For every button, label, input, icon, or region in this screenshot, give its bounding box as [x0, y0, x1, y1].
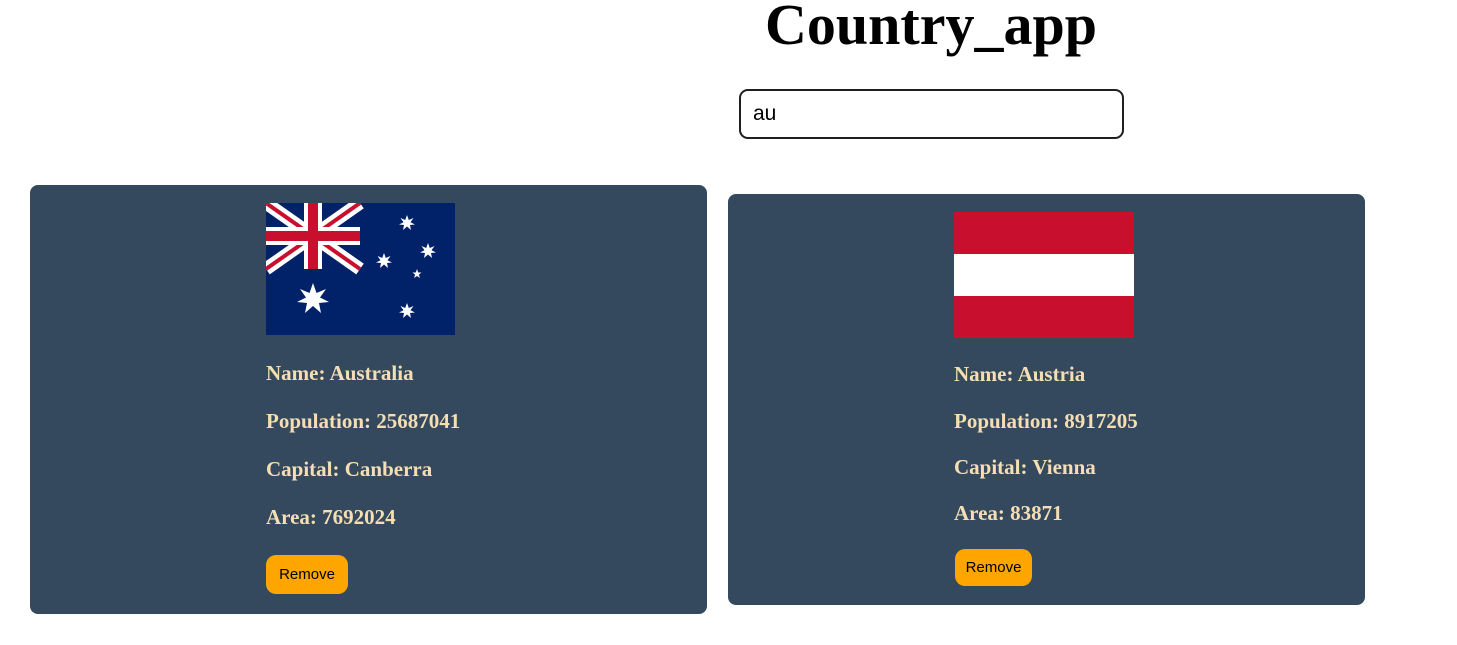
- country-area: Area: 7692024: [266, 505, 396, 529]
- country-card-australia: Name: Australia Population: 25687041 Cap…: [30, 185, 707, 614]
- remove-button[interactable]: Remove: [955, 549, 1032, 586]
- country-card-austria: Name: Austria Population: 8917205 Capita…: [728, 194, 1365, 605]
- country-population: Population: 25687041: [266, 409, 461, 433]
- country-capital: Capital: Canberra: [266, 457, 433, 481]
- country-area: Area: 83871: [954, 501, 1063, 525]
- page-title: Country_app: [765, 0, 1097, 57]
- country-name: Name: Austria: [954, 362, 1086, 386]
- country-name: Name: Australia: [266, 361, 414, 385]
- country-population: Population: 8917205: [954, 409, 1138, 433]
- country-capital: Capital: Vienna: [954, 455, 1096, 479]
- australia-flag: [266, 203, 455, 335]
- search-input[interactable]: [739, 89, 1124, 139]
- austria-flag: [954, 212, 1134, 338]
- remove-button[interactable]: Remove: [266, 555, 348, 594]
